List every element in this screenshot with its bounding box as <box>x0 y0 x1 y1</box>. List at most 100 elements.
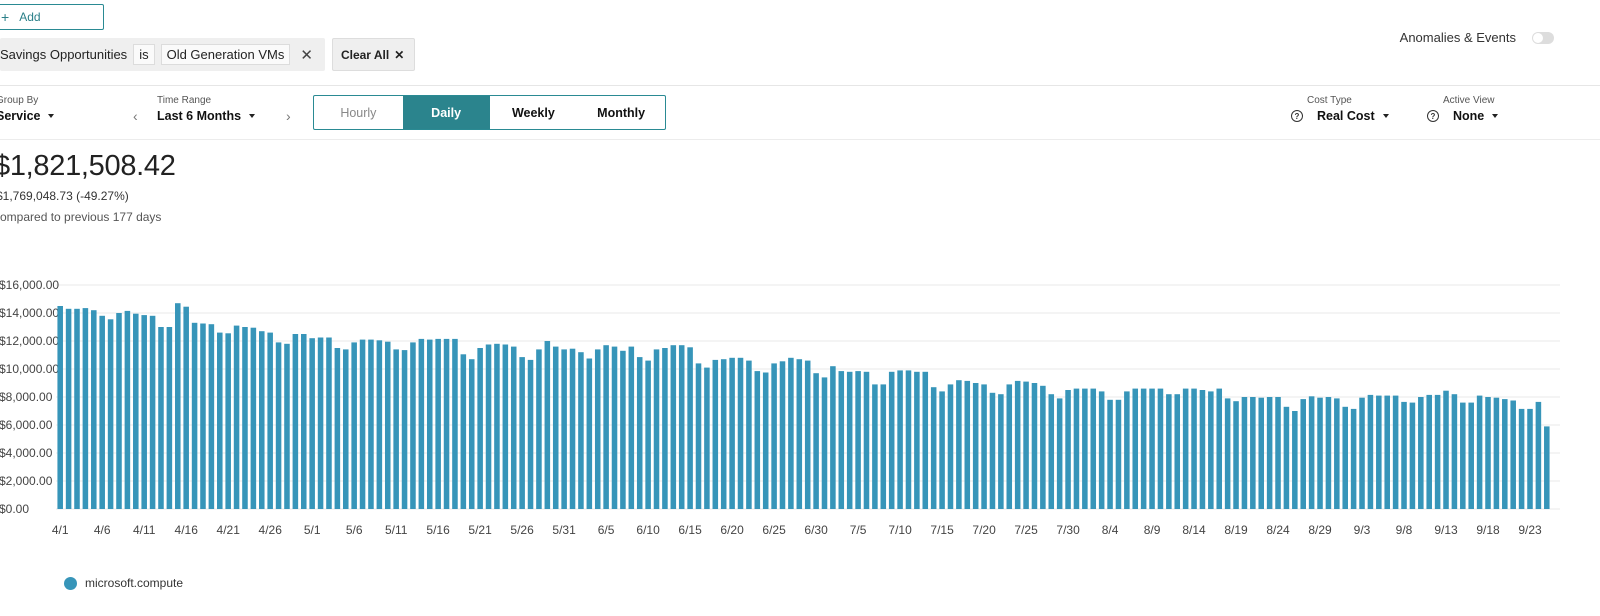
chevron-left-icon[interactable]: ‹ <box>133 108 138 124</box>
bar[interactable] <box>989 392 996 509</box>
bar[interactable] <box>183 306 189 509</box>
bar[interactable] <box>1426 394 1432 509</box>
bar[interactable] <box>930 387 937 509</box>
bar[interactable] <box>91 310 97 509</box>
bar[interactable] <box>393 349 399 509</box>
filter-operator[interactable]: is <box>133 44 155 65</box>
bar[interactable] <box>116 313 122 509</box>
bar[interactable] <box>1082 388 1088 509</box>
bar[interactable] <box>1392 395 1399 509</box>
bar[interactable] <box>1182 388 1189 509</box>
bar[interactable] <box>1157 388 1164 509</box>
bar[interactable] <box>1233 401 1239 509</box>
bar[interactable] <box>855 371 861 509</box>
bar[interactable] <box>1493 397 1500 509</box>
bar[interactable] <box>1031 383 1038 509</box>
granularity-monthly[interactable]: Monthly <box>577 96 665 129</box>
bar[interactable] <box>1107 399 1113 509</box>
bar[interactable] <box>830 366 836 509</box>
bar[interactable] <box>1418 397 1424 509</box>
bar[interactable] <box>1250 397 1256 509</box>
bar[interactable] <box>477 348 483 509</box>
bar[interactable] <box>1073 388 1080 509</box>
bar[interactable] <box>1468 402 1474 509</box>
bar[interactable] <box>821 377 828 509</box>
bar[interactable] <box>1443 390 1449 509</box>
bar[interactable] <box>149 315 156 509</box>
bar[interactable] <box>200 323 206 510</box>
bar[interactable] <box>762 372 769 510</box>
cost-type-select[interactable]: Real Cost <box>1317 109 1389 123</box>
bar[interactable] <box>1434 394 1441 509</box>
bar[interactable] <box>746 360 752 509</box>
bar[interactable] <box>74 308 80 509</box>
chevron-right-icon[interactable]: › <box>286 108 291 124</box>
bar[interactable] <box>645 360 651 509</box>
bar[interactable] <box>552 346 559 509</box>
bar[interactable] <box>301 334 307 509</box>
bar[interactable] <box>561 349 567 509</box>
bar[interactable] <box>1224 398 1231 509</box>
bar[interactable] <box>1510 400 1516 510</box>
bar[interactable] <box>1367 394 1374 509</box>
bar[interactable] <box>678 345 685 509</box>
bar[interactable] <box>1460 402 1466 509</box>
bar[interactable] <box>527 359 534 509</box>
bar[interactable] <box>1006 384 1013 509</box>
bar[interactable] <box>1132 388 1139 509</box>
bar[interactable] <box>1174 394 1181 509</box>
bar[interactable] <box>1518 408 1525 509</box>
bar[interactable] <box>922 371 929 509</box>
bar[interactable] <box>771 363 777 509</box>
bar[interactable] <box>1308 396 1315 509</box>
bar[interactable] <box>443 338 450 509</box>
bar[interactable] <box>1527 408 1533 509</box>
bar[interactable] <box>141 315 147 509</box>
bar[interactable] <box>594 349 601 509</box>
bar[interactable] <box>670 345 677 509</box>
bar[interactable] <box>1350 408 1357 509</box>
bar[interactable] <box>536 349 542 509</box>
bar[interactable] <box>939 391 945 509</box>
bar[interactable] <box>620 350 626 509</box>
bar[interactable] <box>704 367 710 509</box>
bar[interactable] <box>494 343 500 509</box>
bar[interactable] <box>796 359 803 509</box>
bar[interactable] <box>292 334 299 509</box>
bar[interactable] <box>275 342 282 509</box>
bar[interactable] <box>175 303 181 509</box>
bar[interactable] <box>729 357 735 509</box>
bar[interactable] <box>981 384 987 509</box>
bar[interactable] <box>636 357 643 509</box>
bar[interactable] <box>972 383 979 509</box>
bar[interactable] <box>1376 395 1382 509</box>
bar[interactable] <box>519 357 525 509</box>
question-icon[interactable]: ? <box>1427 110 1439 122</box>
bar[interactable] <box>1544 426 1550 509</box>
bar[interactable] <box>880 384 887 509</box>
bar[interactable] <box>1535 401 1542 509</box>
bar[interactable] <box>468 359 475 509</box>
bar[interactable] <box>124 310 131 509</box>
bar[interactable] <box>720 359 727 509</box>
bar[interactable] <box>712 359 719 509</box>
bar[interactable] <box>351 342 357 509</box>
bar[interactable] <box>888 371 895 509</box>
bar[interactable] <box>872 384 878 509</box>
bar[interactable] <box>158 327 164 509</box>
bar[interactable] <box>1342 406 1348 509</box>
granularity-daily[interactable]: Daily <box>402 96 490 129</box>
bar[interactable] <box>284 343 290 509</box>
bar[interactable] <box>662 348 668 509</box>
bar[interactable] <box>233 325 240 509</box>
bar[interactable] <box>1258 397 1265 509</box>
question-icon[interactable]: ? <box>1291 110 1303 122</box>
bar[interactable] <box>1191 388 1197 509</box>
bar[interactable] <box>359 339 366 509</box>
bar[interactable] <box>460 354 467 509</box>
bar[interactable] <box>309 338 315 509</box>
bar[interactable] <box>384 341 391 509</box>
bar[interactable] <box>166 327 173 509</box>
bar[interactable] <box>695 363 702 509</box>
bar[interactable] <box>1124 391 1130 509</box>
